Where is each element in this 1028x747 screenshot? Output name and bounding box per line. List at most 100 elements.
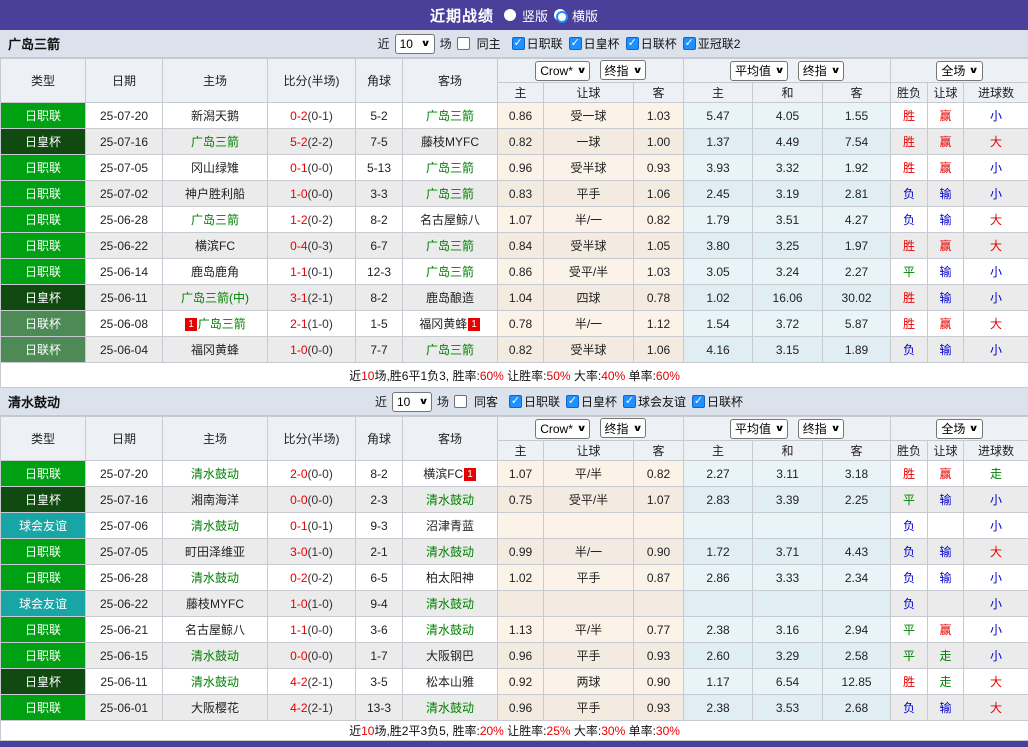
handicap-home-odds: 0.75 bbox=[498, 487, 544, 513]
home-team[interactable]: 清水鼓动 bbox=[191, 649, 239, 663]
home-team[interactable]: 名古屋鲸八 bbox=[185, 623, 245, 637]
home-team[interactable]: 町田泽维亚 bbox=[185, 545, 245, 559]
half-time-score: (0-1) bbox=[308, 109, 333, 123]
avg-home-odds: 2.60 bbox=[684, 643, 753, 669]
away-team[interactable]: 柏太阳神 bbox=[426, 571, 474, 585]
home-team[interactable]: 广岛三箭(中) bbox=[181, 291, 249, 305]
home-team[interactable]: 广岛三箭 bbox=[191, 213, 239, 227]
home-team[interactable]: 神户胜利船 bbox=[185, 187, 245, 201]
home-team[interactable]: 新潟天鹅 bbox=[191, 109, 239, 123]
league-checkbox[interactable]: ✓ bbox=[569, 37, 582, 50]
column-header-avg-away: 客 bbox=[823, 83, 891, 103]
home-team[interactable]: 藤枝MYFC bbox=[186, 597, 244, 611]
avg-home-odds bbox=[684, 591, 753, 617]
away-team[interactable]: 鹿岛酿造 bbox=[426, 291, 474, 305]
league-checkbox[interactable]: ✓ bbox=[692, 395, 705, 408]
avg-away-odds: 5.87 bbox=[823, 311, 891, 337]
away-team[interactable]: 广岛三箭 bbox=[426, 187, 474, 201]
handicap-home-odds: 0.92 bbox=[498, 669, 544, 695]
away-team[interactable]: 广岛三箭 bbox=[426, 239, 474, 253]
league-checkbox[interactable]: ✓ bbox=[509, 395, 522, 408]
league-checkbox[interactable]: ✓ bbox=[626, 37, 639, 50]
handicap-away-odds: 1.07 bbox=[634, 487, 684, 513]
full-time-score: 2-0 bbox=[290, 467, 307, 481]
goals-result: 小 bbox=[964, 591, 1028, 617]
page-title: 近期战绩 bbox=[430, 5, 494, 26]
column-header-goals: 进球数 bbox=[964, 83, 1028, 103]
games-count-select[interactable]: 10∨ bbox=[395, 34, 435, 54]
avg-home-odds: 2.38 bbox=[684, 695, 753, 721]
corner-score: 1-5 bbox=[356, 311, 403, 337]
away-team[interactable]: 广岛三箭 bbox=[426, 343, 474, 357]
away-team[interactable]: 广岛三箭 bbox=[426, 265, 474, 279]
home-team[interactable]: 广岛三箭 bbox=[198, 317, 246, 331]
radio-horizontal-layout[interactable] bbox=[554, 9, 566, 21]
handicap-home-odds: 0.96 bbox=[498, 155, 544, 181]
average-select[interactable]: 平均值∨ bbox=[730, 419, 788, 439]
away-team[interactable]: 广岛三箭 bbox=[426, 161, 474, 175]
full-time-score: 1-1 bbox=[290, 623, 307, 637]
table-row: 日职联 25-06-21 名古屋鲸八 1-1(0-0) 3-6 清水鼓动 1.1… bbox=[1, 617, 1028, 643]
home-team[interactable]: 大阪樱花 bbox=[191, 701, 239, 715]
home-team[interactable]: 广岛三箭 bbox=[191, 135, 239, 149]
average-final-select[interactable]: 终指∨ bbox=[798, 61, 844, 81]
league-checkbox[interactable]: ✓ bbox=[623, 395, 636, 408]
league-checkbox[interactable]: ✓ bbox=[512, 37, 525, 50]
away-team[interactable]: 广岛三箭 bbox=[426, 109, 474, 123]
odds-source-select[interactable]: Crow*∨ bbox=[535, 61, 590, 81]
match-date: 25-07-20 bbox=[86, 461, 163, 487]
same-away-checkbox[interactable] bbox=[454, 395, 467, 408]
table-row: 日职联 25-07-05 町田泽维亚 3-0(1-0) 2-1 清水鼓动 0.9… bbox=[1, 539, 1028, 565]
away-team[interactable]: 藤枝MYFC bbox=[421, 135, 479, 149]
avg-away-odds: 12.85 bbox=[823, 669, 891, 695]
home-team[interactable]: 清水鼓动 bbox=[191, 571, 239, 585]
odds-source-select[interactable]: Crow*∨ bbox=[535, 419, 590, 439]
away-team[interactable]: 横滨FC bbox=[423, 467, 463, 481]
scope-select[interactable]: 全场∨ bbox=[936, 61, 982, 81]
average-final-select[interactable]: 终指∨ bbox=[798, 419, 844, 439]
score-cell: 5-2(2-2) bbox=[268, 129, 356, 155]
match-date: 25-07-02 bbox=[86, 181, 163, 207]
home-team[interactable]: 清水鼓动 bbox=[191, 519, 239, 533]
avg-draw-odds: 3.24 bbox=[753, 259, 823, 285]
odds-final-select[interactable]: 终指∨ bbox=[600, 60, 646, 80]
scope-select[interactable]: 全场∨ bbox=[936, 419, 982, 439]
league-checkbox[interactable]: ✓ bbox=[566, 395, 579, 408]
column-header-score: 比分(半场) bbox=[268, 59, 356, 103]
home-team[interactable]: 横滨FC bbox=[195, 239, 235, 253]
rank-badge: 1 bbox=[185, 318, 197, 331]
home-team[interactable]: 鹿岛鹿角 bbox=[191, 265, 239, 279]
table-row: 日职联 25-06-28 清水鼓动 0-2(0-2) 6-5 柏太阳神 1.02… bbox=[1, 565, 1028, 591]
away-team[interactable]: 松本山雅 bbox=[426, 675, 474, 689]
away-team[interactable]: 沼津青蓝 bbox=[426, 519, 474, 533]
away-team[interactable]: 清水鼓动 bbox=[426, 493, 474, 507]
home-team[interactable]: 福冈黄蜂 bbox=[191, 343, 239, 357]
away-team[interactable]: 清水鼓动 bbox=[426, 701, 474, 715]
home-team[interactable]: 清水鼓动 bbox=[191, 467, 239, 481]
away-team[interactable]: 福冈黄蜂 bbox=[419, 317, 467, 331]
handicap-line: 两球 bbox=[544, 669, 634, 695]
home-team[interactable]: 冈山绿雉 bbox=[191, 161, 239, 175]
games-count-select[interactable]: 10∨ bbox=[392, 392, 432, 412]
league-checkbox[interactable]: ✓ bbox=[683, 37, 696, 50]
away-team[interactable]: 清水鼓动 bbox=[426, 545, 474, 559]
odds-final-select[interactable]: 终指∨ bbox=[600, 418, 646, 438]
home-team[interactable]: 湘南海洋 bbox=[191, 493, 239, 507]
same-home-checkbox[interactable] bbox=[457, 37, 470, 50]
column-header-avg-home: 主 bbox=[684, 83, 753, 103]
match-type-badge: 日皇杯 bbox=[1, 669, 86, 695]
away-team[interactable]: 清水鼓动 bbox=[426, 623, 474, 637]
away-team[interactable]: 名古屋鲸八 bbox=[420, 213, 480, 227]
goals-result: 小 bbox=[964, 103, 1028, 129]
handicap-result: 输 bbox=[928, 285, 964, 311]
away-team-cell: 广岛三箭 bbox=[403, 259, 498, 285]
away-team[interactable]: 大阪钢巴 bbox=[426, 649, 474, 663]
column-header-win-lose: 胜负 bbox=[891, 441, 928, 461]
avg-draw-odds: 3.72 bbox=[753, 311, 823, 337]
score-cell: 4-2(2-1) bbox=[268, 695, 356, 721]
radio-vertical-layout[interactable] bbox=[504, 9, 516, 21]
corner-score: 3-5 bbox=[356, 669, 403, 695]
away-team[interactable]: 清水鼓动 bbox=[426, 597, 474, 611]
home-team[interactable]: 清水鼓动 bbox=[191, 675, 239, 689]
average-select[interactable]: 平均值∨ bbox=[730, 61, 788, 81]
